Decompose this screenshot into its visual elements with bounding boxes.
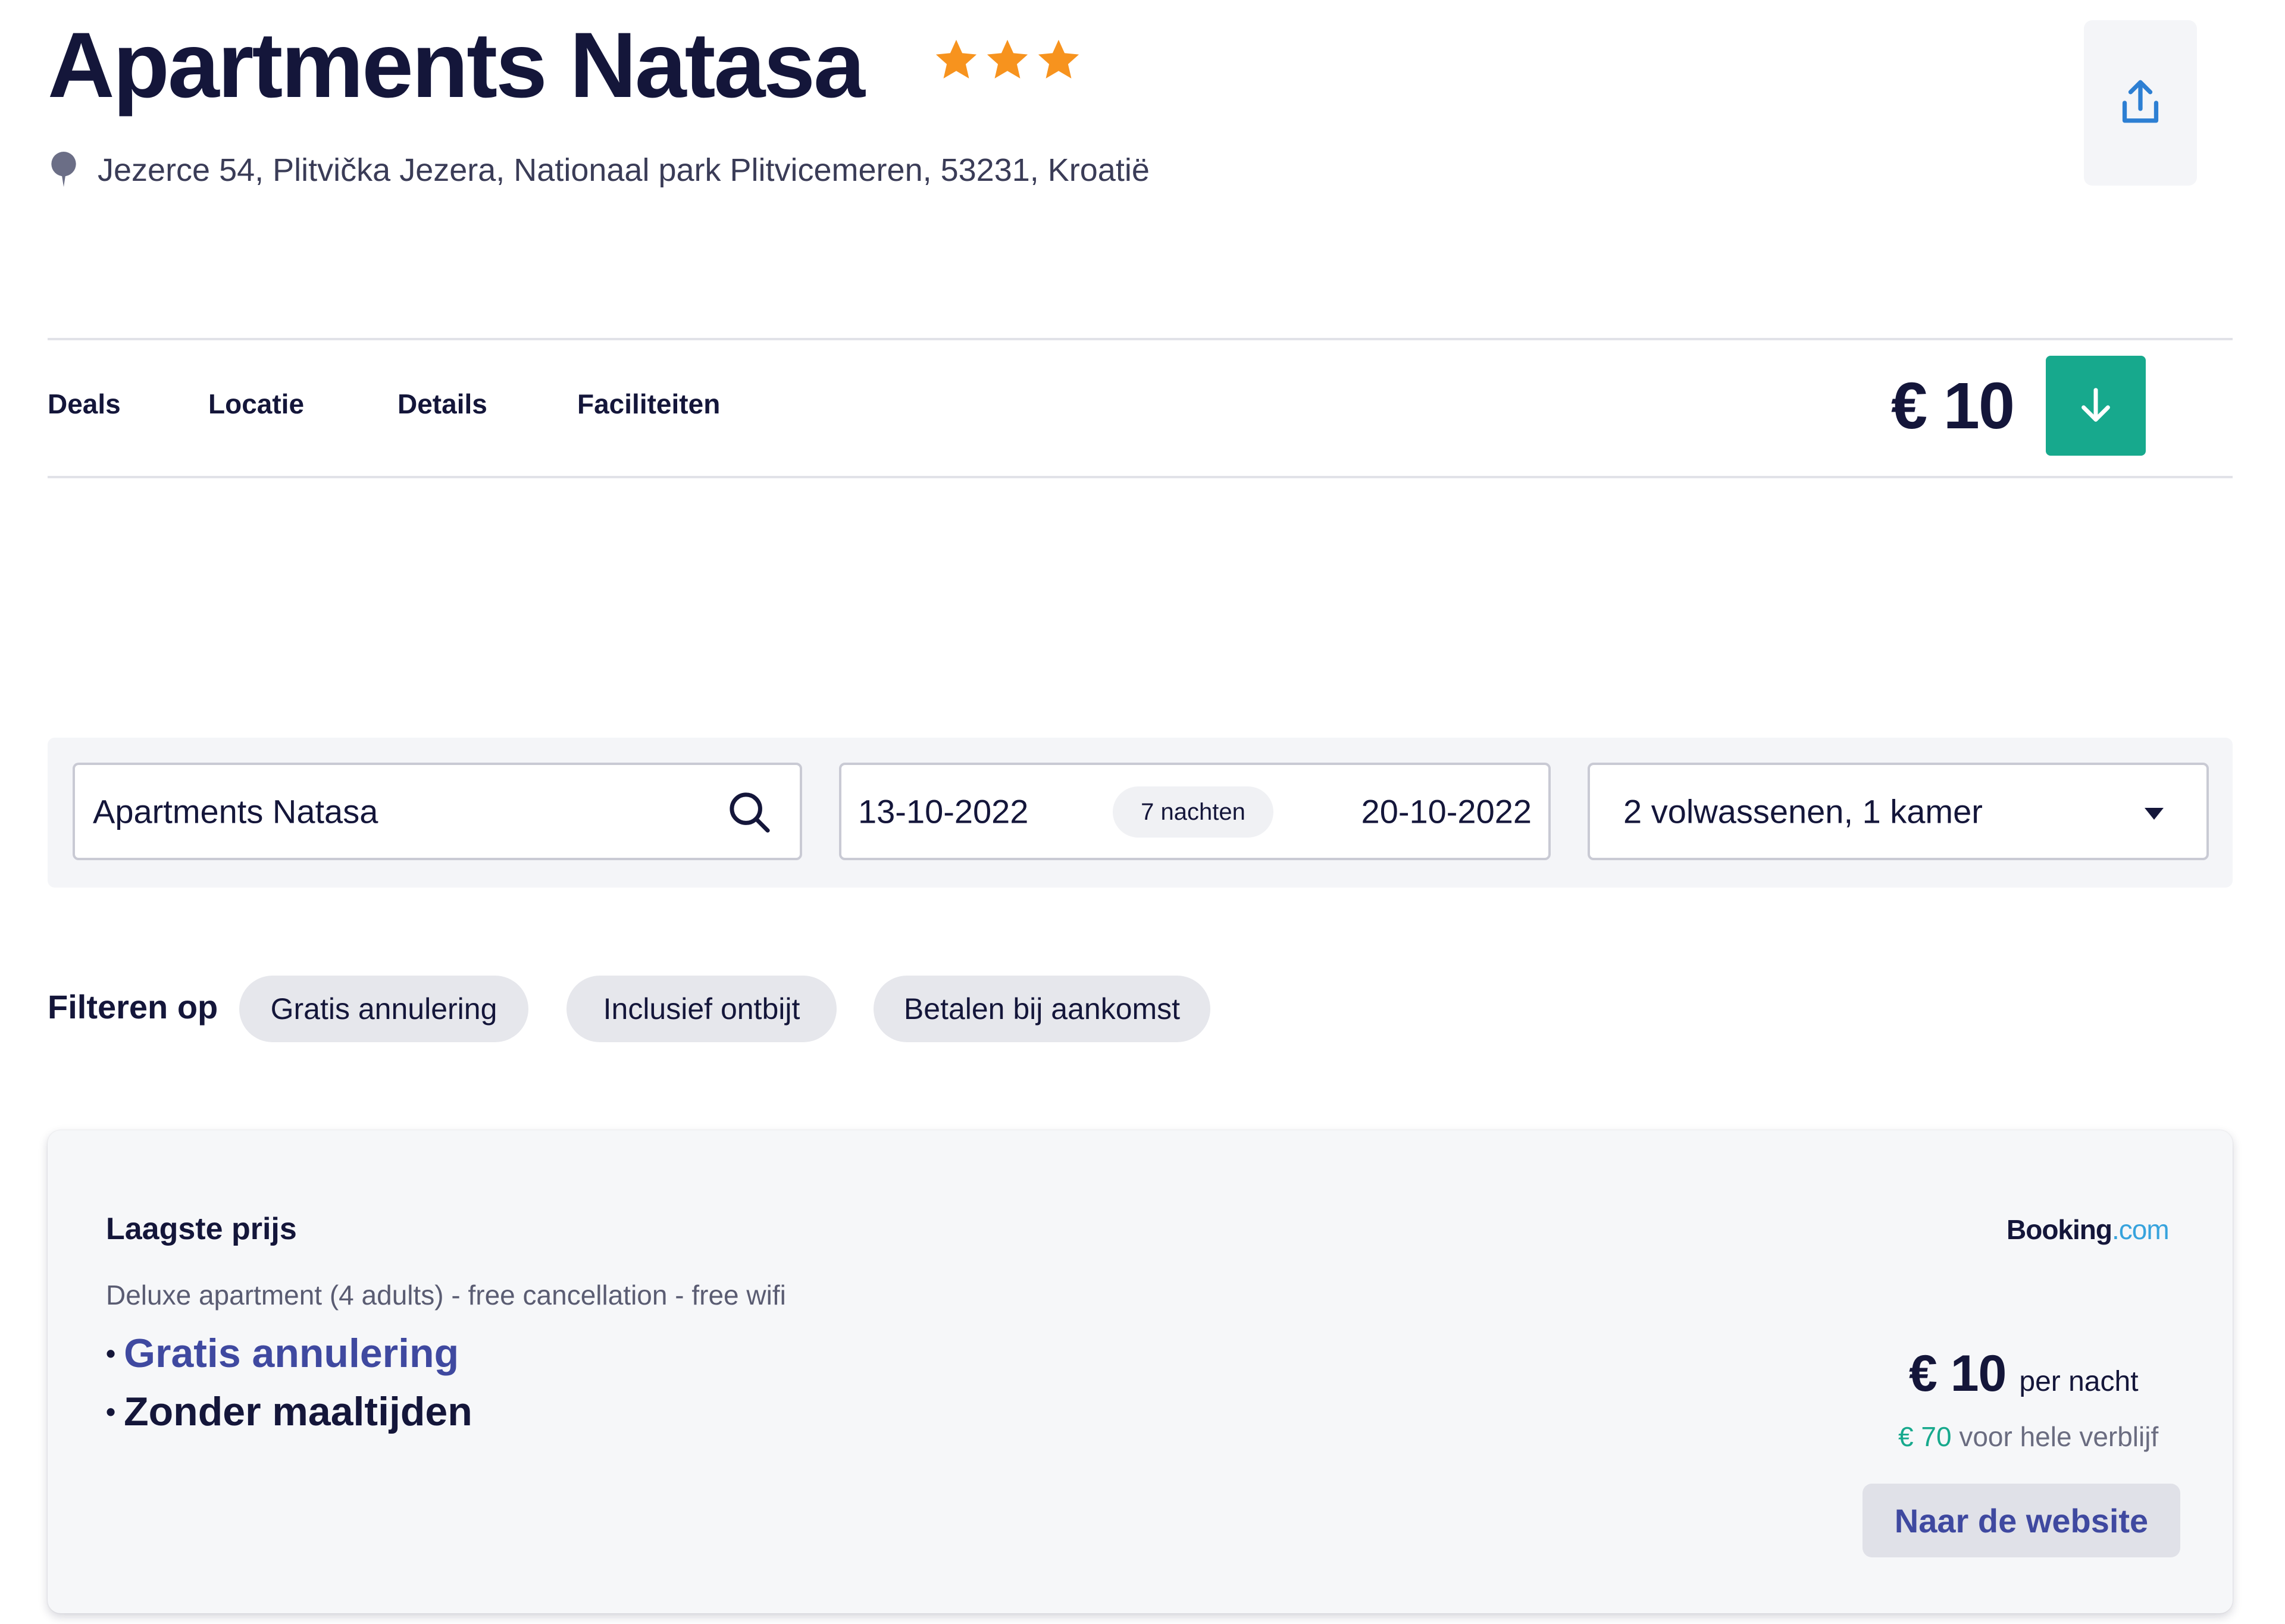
feature-label: Zonder maaltijden [124, 1389, 472, 1434]
total-label: voor hele verblijf [1959, 1421, 2159, 1452]
bullet-dot: • [106, 1396, 116, 1427]
arrow-down-icon [2081, 388, 2110, 422]
nights-badge: 7 nachten [1113, 786, 1273, 838]
divider [48, 338, 2233, 340]
caret-down-icon [2145, 808, 2164, 820]
provider-logo: Booking.com [2007, 1214, 2170, 1246]
feature-free-cancellation[interactable]: • Gratis annulering [106, 1330, 459, 1377]
provider-suffix: .com [2111, 1214, 2170, 1245]
tab-deals[interactable]: Deals [48, 388, 121, 420]
address-row: Jezerce 54, Plitvička Jezera, Nationaal … [48, 152, 1150, 189]
filter-chip-betalen-bij-aankomst[interactable]: Betalen bij aankomst [874, 976, 1210, 1042]
filter-label: Filteren op [48, 988, 218, 1026]
hotel-search-field[interactable]: Apartments Natasa [73, 763, 802, 860]
filter-chip-inclusief-ontbijt[interactable]: Inclusief ontbijt [566, 976, 837, 1042]
tab-faciliteiten[interactable]: Faciliteiten [577, 388, 720, 420]
deal-description: Deluxe apartment (4 adults) - free cance… [106, 1280, 786, 1311]
share-button[interactable] [2084, 20, 2197, 186]
price-unit: per nacht [2019, 1366, 2139, 1397]
star-icon [987, 39, 1028, 79]
bullet-dot: • [106, 1338, 116, 1369]
page-title: Apartments Natasa [48, 14, 865, 117]
feature-label[interactable]: Gratis annulering [124, 1330, 459, 1377]
filter-chip-gratis-annulering[interactable]: Gratis annulering [239, 976, 528, 1042]
tab-locatie[interactable]: Locatie [208, 388, 304, 420]
guests-select[interactable]: 2 volwassenen, 1 kamer [1588, 763, 2209, 860]
star-icon [1038, 39, 1079, 79]
total-price-row: € 70 voor hele verblijf [1898, 1421, 2158, 1453]
tab-details[interactable]: Details [397, 388, 487, 420]
scroll-to-deals-button[interactable] [2046, 356, 2146, 456]
divider [48, 476, 2233, 478]
hotel-address[interactable]: Jezerce 54, Plitvička Jezera, Nationaal … [98, 152, 1150, 189]
total-amount: € 70 [1898, 1421, 1952, 1452]
checkin-date[interactable]: 13-10-2022 [858, 792, 1028, 831]
deal-price: € 10 per nacht [1909, 1344, 2139, 1403]
feature-no-meals: • Zonder maaltijden [106, 1388, 472, 1435]
search-icon[interactable] [727, 790, 772, 835]
price-per-night: € 10 [1909, 1345, 2007, 1402]
star-rating [933, 37, 1082, 83]
share-upload-icon [2122, 80, 2159, 123]
hotel-search-value[interactable]: Apartments Natasa [93, 792, 378, 831]
provider-name: Booking [2007, 1214, 2112, 1245]
deal-title: Laagste prijs [106, 1212, 297, 1246]
guests-value[interactable]: 2 volwassenen, 1 kamer [1623, 792, 1983, 831]
checkout-date[interactable]: 20-10-2022 [1361, 792, 1532, 831]
star-icon [935, 39, 977, 79]
go-to-website-button[interactable]: Naar de website [1863, 1484, 2180, 1557]
map-pin-icon [51, 152, 76, 187]
nav-price: € 10 [1891, 369, 2015, 443]
